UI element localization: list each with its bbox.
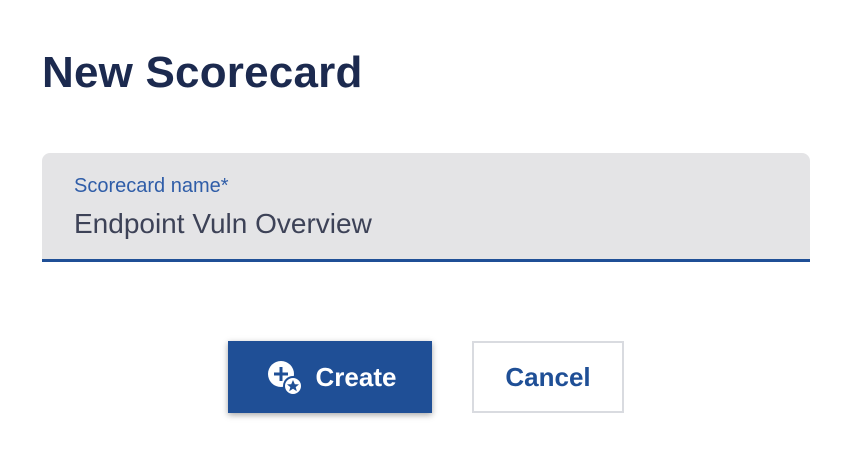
cancel-button-label: Cancel (505, 361, 591, 392)
new-scorecard-dialog: New Scorecard Scorecard name* Create Can… (0, 0, 852, 454)
create-button-label: Create (315, 361, 397, 392)
scorecard-name-label: Scorecard name* (74, 175, 229, 197)
scorecard-name-input[interactable] (74, 203, 774, 245)
add-circle-star-icon (267, 361, 303, 396)
scorecard-name-field[interactable]: Scorecard name* (42, 153, 810, 262)
create-button[interactable]: Create (228, 341, 432, 413)
dialog-title: New Scorecard (42, 48, 363, 97)
cancel-button[interactable]: Cancel (472, 341, 624, 413)
